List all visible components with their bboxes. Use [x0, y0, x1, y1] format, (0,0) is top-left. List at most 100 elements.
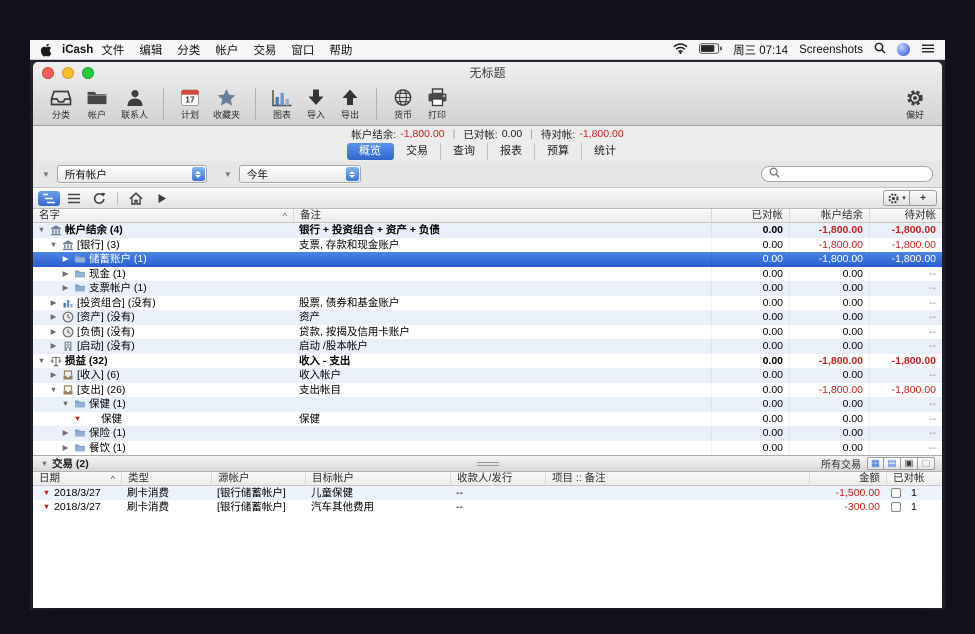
tab-4[interactable]: 预算	[535, 143, 582, 160]
menubar-clock[interactable]: 周三 07:14	[733, 42, 788, 58]
account-row[interactable]: ▶保险 (1)0.000.00--	[33, 426, 942, 441]
disclosure-open-icon[interactable]: ▼	[49, 383, 58, 398]
menu-list-icon[interactable]	[921, 43, 935, 57]
account-row[interactable]: ▶储蓄账户 (1)0.00-1,800.00-1,800.00	[33, 252, 942, 267]
menu-item-0[interactable]: 文件	[101, 42, 124, 58]
play-button[interactable]	[150, 191, 172, 206]
actions-dropdown-button[interactable]: ▾	[883, 190, 910, 206]
disclosure-open-icon[interactable]: ▼	[37, 354, 46, 369]
toolbar-button-3[interactable]: 17计划	[173, 83, 207, 125]
account-row[interactable]: ▶餐饮 (1)0.000.00--	[33, 441, 942, 456]
account-row[interactable]: ▶[投资组合] (没有)股票, 债券和基金账户0.000.00--	[33, 296, 942, 311]
zoom-button[interactable]	[82, 67, 94, 79]
tx-column-7[interactable]: 已对帐	[886, 472, 942, 485]
transaction-row[interactable]: ▼2018/3/27刷卡消费[银行储蓄帐户]汽车其他费用---300.001	[33, 500, 942, 514]
tab-2[interactable]: 查询	[441, 143, 488, 160]
apple-menu[interactable]	[40, 43, 52, 57]
tab-3[interactable]: 报表	[488, 143, 535, 160]
disclosure-open-icon[interactable]: ▼	[61, 397, 70, 412]
refresh-button[interactable]	[88, 191, 110, 206]
account-row[interactable]: ▶支票帐户 (1)0.000.00--	[33, 281, 942, 296]
menu-item-5[interactable]: 窗口	[291, 42, 314, 58]
accounts-column-reconciled[interactable]: 已对帐	[711, 209, 789, 222]
tx-reconciled-checkbox[interactable]	[891, 502, 901, 512]
accounts-column-balance[interactable]: 帐户结余	[789, 209, 869, 222]
minimize-button[interactable]	[62, 67, 74, 79]
menu-item-1[interactable]: 编辑	[139, 42, 162, 58]
menu-item-4[interactable]: 交易	[253, 42, 276, 58]
disclosure-closed-icon[interactable]: ▶	[49, 325, 58, 340]
menu-item-3[interactable]: 帐户	[215, 42, 238, 58]
view-toggle-empty-icon[interactable]: ▢	[918, 457, 935, 470]
accounts-column-note[interactable]: 备注	[293, 209, 711, 222]
toolbar-button-1[interactable]: 帐户	[79, 83, 115, 125]
toolbar-button-4[interactable]: 收藏夹	[207, 83, 246, 125]
disclosure-open-icon[interactable]: ▼	[49, 238, 58, 253]
app-menu[interactable]: iCash	[62, 44, 93, 56]
toolbar-button-6[interactable]: 导入	[299, 83, 333, 125]
tx-column-6[interactable]: 金额	[809, 472, 886, 485]
tab-5[interactable]: 统计	[582, 143, 628, 160]
tx-column-2[interactable]: 源帐户	[211, 472, 305, 485]
search-field[interactable]	[761, 166, 933, 182]
toolbar-button-9[interactable]: 打印	[420, 83, 454, 125]
menu-item-6[interactable]: 帮助	[329, 42, 352, 58]
add-button[interactable]: +	[910, 190, 937, 206]
accounts-filter-dropdown[interactable]: 所有帐户	[57, 165, 207, 183]
tab-0[interactable]: 概览	[347, 143, 394, 160]
wifi-icon[interactable]	[673, 43, 688, 57]
toolbar-button-7[interactable]: 导出	[333, 83, 367, 125]
menubar-screenshots[interactable]: Screenshots	[799, 44, 863, 56]
accounts-column-name[interactable]: 名字^	[33, 209, 293, 222]
preferences-button[interactable]: 偏好	[898, 86, 932, 122]
close-button[interactable]	[42, 67, 54, 79]
disclosure-open-icon[interactable]: ▼	[37, 223, 46, 238]
transaction-row[interactable]: ▼2018/3/27刷卡消费[银行储蓄帐户]儿童保健---1,500.001	[33, 486, 942, 500]
siri-icon[interactable]	[897, 43, 910, 56]
disclosure-closed-icon[interactable]: ▶	[61, 441, 70, 456]
menu-item-2[interactable]: 分类	[177, 42, 200, 58]
tx-column-5[interactable]: 项目 :: 备注	[545, 472, 809, 485]
view-toggle-filled-icon[interactable]: ▣	[901, 457, 918, 470]
toolbar-button-8[interactable]: 货币	[386, 83, 420, 125]
disclosure-closed-icon[interactable]: ▶	[61, 267, 70, 282]
filter-disclosure-icon[interactable]: ▼	[42, 170, 50, 179]
account-row[interactable]: ▼[支出] (26)支出帐目0.00-1,800.00-1,800.00	[33, 383, 942, 398]
search-input[interactable]	[784, 169, 925, 180]
account-row[interactable]: ▶[收入] (6)收入帐户0.000.00--	[33, 368, 942, 383]
filter-disclosure-icon[interactable]: ▼	[224, 170, 232, 179]
disclosure-closed-icon[interactable]: ▶	[49, 339, 58, 354]
home-button[interactable]	[125, 191, 147, 206]
tx-column-4[interactable]: 收款人/发行	[450, 472, 545, 485]
disclosure-closed-icon[interactable]: ▶	[49, 368, 58, 383]
account-row[interactable]: ▶现金 (1)0.000.00--	[33, 267, 942, 282]
account-row[interactable]: ▶[启动] (没有)启动 /股本帐户0.000.00--	[33, 339, 942, 354]
disclosure-closed-icon[interactable]: ▶	[49, 310, 58, 325]
spotlight-icon[interactable]	[874, 42, 886, 57]
disclosure-open-icon[interactable]: ▼	[40, 459, 49, 468]
account-row[interactable]: ▼保健保健0.000.00--	[33, 412, 942, 427]
account-row[interactable]: ▶[资产] (没有)资产0.000.00--	[33, 310, 942, 325]
tab-1[interactable]: 交易	[394, 143, 441, 160]
account-row[interactable]: ▼帐户结余 (4)银行 + 投资组合 + 资产 + 负债0.00-1,800.0…	[33, 223, 942, 238]
tx-column-3[interactable]: 目标帐户	[305, 472, 450, 485]
period-filter-dropdown[interactable]: 今年	[239, 165, 361, 183]
disclosure-closed-icon[interactable]: ▶	[61, 426, 70, 441]
flat-view-button[interactable]	[63, 191, 85, 206]
battery-icon[interactable]	[699, 43, 722, 57]
account-row[interactable]: ▼[银行] (3)支票, 存款和现金账户0.00-1,800.00-1,800.…	[33, 238, 942, 253]
toolbar-button-2[interactable]: 联系人	[115, 83, 154, 125]
account-row[interactable]: ▼保健 (1)0.000.00--	[33, 397, 942, 412]
outline-view-button[interactable]	[38, 191, 60, 206]
title-bar[interactable]: 无标题	[33, 62, 942, 83]
toolbar-button-0[interactable]: 分类	[43, 83, 79, 125]
account-row[interactable]: ▶[负债] (没有)贷款, 按揭及信用卡账户0.000.00--	[33, 325, 942, 340]
tx-column-0[interactable]: 日期^	[33, 472, 121, 485]
view-toggle-rows-icon[interactable]: ▤	[884, 457, 901, 470]
disclosure-closed-icon[interactable]: ▶	[61, 281, 70, 296]
disclosure-closed-icon[interactable]: ▶	[61, 252, 70, 267]
view-toggle-grid-icon[interactable]: ▦	[867, 457, 884, 470]
toolbar-button-5[interactable]: 图表	[265, 83, 299, 125]
accounts-column-pending[interactable]: 待对帐	[869, 209, 942, 222]
tx-column-1[interactable]: 类型	[121, 472, 211, 485]
